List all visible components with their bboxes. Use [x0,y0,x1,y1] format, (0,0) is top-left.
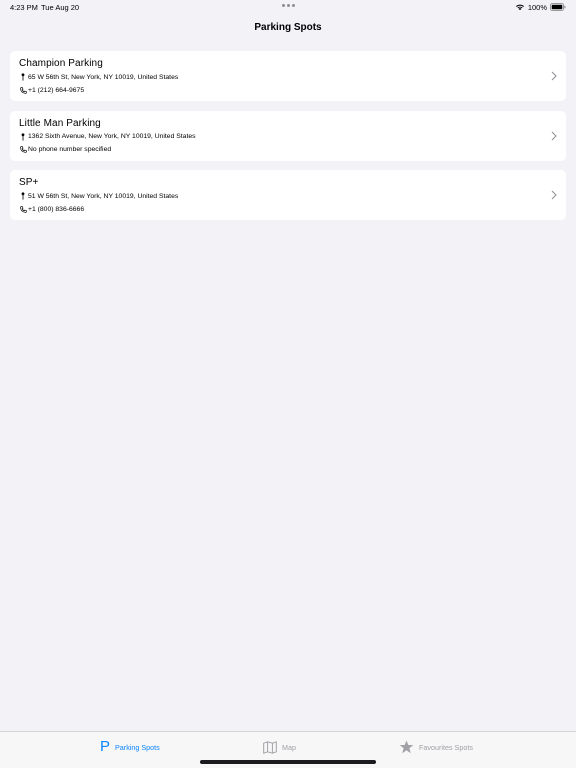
star-icon [399,740,414,754]
spot-address-row: 1362 Sixth Avenue, New York, NY 10019, U… [19,132,196,142]
spot-name: Champion Parking [19,58,103,69]
chevron-right-icon [551,71,557,81]
spot-address-row: 51 W 56th St, New York, NY 10019, United… [19,191,178,201]
status-time: 4:23 PM [10,3,38,12]
list-item[interactable]: Little Man Parking 1362 Sixth Avenue, Ne… [10,110,566,161]
spot-address-row: 65 W 56th St, New York, NY 10019, United… [19,72,178,82]
battery-percentage: 100% [527,2,547,12]
spot-phone-row: +1 (212) 664-9675 [19,85,84,95]
spot-name: Little Man Parking [19,117,101,129]
tab-map[interactable]: Map [263,739,296,755]
tab-parking-spots[interactable]: P Parking Spots [100,739,160,755]
spot-phone: +1 (800) 836-6666 [28,205,85,213]
list-item[interactable]: SP+ 51 W 56th St, New York, NY 10019, Un… [10,170,566,220]
spot-phone-row: No phone number specified [19,145,111,155]
chevron-right-icon [551,131,557,140]
spot-address: 51 W 56th St, New York, NY 10019, United… [28,192,179,200]
phone-icon [19,146,27,154]
chevron-right-icon [551,190,557,200]
tab-label: Favourites Spots [419,742,473,752]
spot-address: 1362 Sixth Avenue, New York, NY 10019, U… [28,133,196,140]
status-right: 100% [515,2,566,12]
wifi-icon [515,4,524,11]
p-letter-icon: P [100,738,111,755]
spot-phone-row: +1 (800) 836-6666 [19,204,84,214]
battery-icon [550,3,566,11]
page-title: Parking Spots [254,22,322,33]
spot-phone: No phone number specified [28,146,112,153]
parking-spot-list: Champion Parking 65 W 56th St, New York,… [10,51,566,230]
status-bar: 4:23 PM Tue Aug 20 100% [0,0,576,14]
pin-icon [19,73,27,81]
screen: 4:23 PM Tue Aug 20 100% Parking Spots Ch… [0,0,576,768]
tab-favourites-spots[interactable]: Favourites Spots [399,739,473,755]
spot-phone: +1 (212) 664-9675 [28,86,85,94]
spot-name: SP+ [19,177,39,188]
pin-icon [19,132,27,141]
phone-icon [19,205,27,213]
tab-label: Parking Spots [115,742,160,752]
spot-address: 65 W 56th St, New York, NY 10019, United… [28,73,179,81]
status-date: Tue Aug 20 [41,3,80,12]
phone-icon [19,86,27,94]
map-icon [263,740,277,754]
tab-label: Map [282,742,296,752]
pin-icon [19,192,27,200]
home-indicator[interactable] [200,760,376,764]
list-item[interactable]: Champion Parking 65 W 56th St, New York,… [10,51,566,101]
multitasking-dots-icon[interactable] [282,3,296,9]
